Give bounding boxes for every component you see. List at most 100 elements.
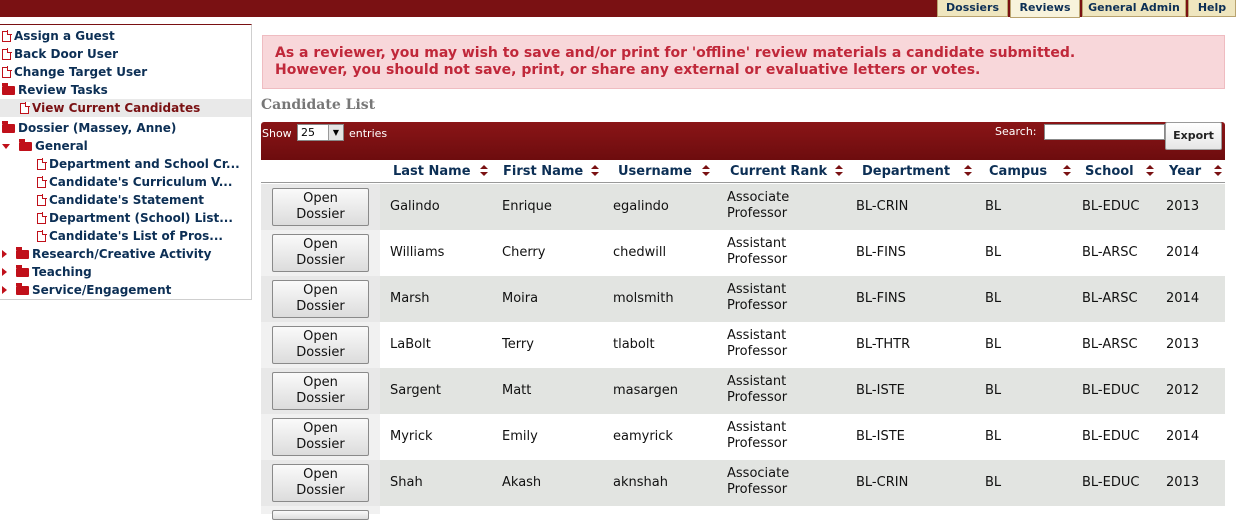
cell-school: BL-EDUC: [1082, 199, 1140, 214]
show-label: Show: [262, 127, 292, 140]
column-header-username[interactable]: Username: [618, 164, 692, 179]
rank-line-2: Professor: [727, 344, 788, 359]
tab-help[interactable]: Help: [1188, 0, 1236, 17]
cell-campus: BL: [985, 199, 1002, 214]
top-nav-tabs: Dossiers Reviews General Admin Help: [935, 0, 1236, 18]
open-dossier-button[interactable]: Open Dossier: [272, 418, 369, 456]
sidebar-item-label: Candidate's List of Pros...: [49, 229, 223, 243]
sidebar-item-candidate-statement[interactable]: Candidate's Statement: [37, 191, 204, 209]
column-header-year[interactable]: Year: [1169, 164, 1201, 179]
tab-reviews[interactable]: Reviews: [1010, 0, 1080, 18]
sidebar-item-department-school-criteria[interactable]: Department and School Cr...: [37, 155, 240, 173]
cell-year: 2013: [1166, 475, 1200, 490]
rank-line-2: Professor: [727, 206, 788, 221]
tab-dossiers[interactable]: Dossiers: [937, 0, 1008, 17]
top-bar: Dossiers Reviews General Admin Help: [0, 0, 1236, 18]
open-dossier-button[interactable]: Open Dossier: [272, 464, 369, 502]
document-icon: [37, 229, 47, 242]
cell-first-name: Cherry: [502, 245, 546, 260]
open-dossier-button[interactable]: Open Dossier: [272, 326, 369, 364]
rank-line-2: Professor: [727, 298, 788, 313]
open-dossier-button[interactable]: Open Dossier: [272, 188, 369, 226]
sidebar-item-review-tasks[interactable]: Review Tasks: [2, 81, 108, 99]
open-dossier-label-1: Open: [303, 191, 338, 206]
table-row: Open Dossier Sargent Matt masargen Assis…: [261, 368, 1225, 414]
search-input[interactable]: [1044, 124, 1165, 140]
document-icon: [20, 101, 30, 114]
sidebar-item-view-current-candidates[interactable]: View Current Candidates: [0, 99, 251, 117]
open-dossier-label-1: Open: [303, 283, 338, 298]
folder-open-icon: [2, 82, 15, 95]
cell-campus: BL: [985, 475, 1002, 490]
entries-per-page-select[interactable]: 25 ▼: [297, 124, 344, 141]
cell-campus: BL: [985, 383, 1002, 398]
open-dossier-label-2: Dossier: [296, 207, 345, 222]
document-icon: [2, 47, 12, 60]
column-header-current-rank[interactable]: Current Rank: [730, 164, 827, 179]
rank-line-1: Associate: [727, 190, 790, 205]
sidebar-item-label: Dossier (Massey, Anne): [18, 121, 177, 135]
sidebar-item-label: Service/Engagement: [32, 283, 172, 297]
expand-arrow-icon[interactable]: [2, 250, 7, 258]
sort-icon[interactable]: [1214, 165, 1222, 177]
cell-school: BL-ARSC: [1082, 291, 1138, 306]
cell-last-name: Marsh: [390, 291, 430, 306]
sort-icon[interactable]: [591, 165, 599, 177]
sidebar-item-change-target-user[interactable]: Change Target User: [2, 63, 147, 81]
column-header-last-name[interactable]: Last Name: [393, 164, 471, 179]
cell-current-rank: Assistant Professor: [727, 236, 837, 268]
rank-line-2: Professor: [727, 482, 788, 497]
sidebar-item-research-creative[interactable]: Research/Creative Activity: [2, 245, 211, 263]
tab-general-admin[interactable]: General Admin: [1082, 0, 1186, 17]
cell-current-rank: Associate Professor: [727, 190, 837, 222]
sidebar-item-back-door-user[interactable]: Back Door User: [2, 45, 118, 63]
export-button[interactable]: Export: [1165, 122, 1222, 150]
row-action-cell: Open Dossier: [261, 414, 380, 460]
cell-school: BL-EDUC: [1082, 429, 1140, 444]
sidebar-item-list-of-prospective[interactable]: Candidate's List of Pros...: [37, 227, 223, 245]
rank-line-2: Professor: [727, 436, 788, 451]
sort-icon[interactable]: [1146, 165, 1154, 177]
sidebar-item-assign-guest[interactable]: Assign a Guest: [2, 27, 115, 45]
sidebar-item-service-engagement[interactable]: Service/Engagement: [2, 281, 171, 299]
column-header-first-name[interactable]: First Name: [503, 164, 583, 179]
reviewer-warning-alert: As a reviewer, you may wish to save and/…: [262, 35, 1225, 89]
expand-arrow-icon[interactable]: [2, 143, 10, 149]
sort-icon[interactable]: [480, 165, 488, 177]
sidebar-item-department-list[interactable]: Department (School) List...: [37, 209, 233, 227]
sidebar-item-dossier[interactable]: Dossier (Massey, Anne): [2, 119, 176, 137]
table-row: Open Dossier LaBolt Terry tlabolt Assist…: [261, 322, 1225, 368]
table-row: Open Dossier Marsh Moira molsmith Assist…: [261, 276, 1225, 322]
cell-username: masargen: [613, 383, 678, 398]
open-dossier-button[interactable]: Open Dossier: [272, 234, 369, 272]
entries-label: entries: [349, 127, 388, 140]
chevron-down-icon[interactable]: ▼: [328, 125, 343, 140]
sort-icon[interactable]: [835, 165, 843, 177]
sidebar-item-label: Assign a Guest: [14, 29, 115, 43]
open-dossier-button[interactable]: [272, 510, 369, 520]
column-header-school[interactable]: School: [1085, 164, 1134, 179]
sort-icon[interactable]: [964, 165, 972, 177]
cell-school: BL-ARSC: [1082, 245, 1138, 260]
sort-icon[interactable]: [702, 165, 710, 177]
column-header-campus[interactable]: Campus: [989, 164, 1047, 179]
sort-icon[interactable]: [1063, 165, 1071, 177]
open-dossier-label-2: Dossier: [296, 345, 345, 360]
expand-arrow-icon[interactable]: [2, 268, 7, 276]
open-dossier-button[interactable]: Open Dossier: [272, 280, 369, 318]
folder-open-icon: [2, 120, 15, 133]
expand-arrow-icon[interactable]: [2, 286, 7, 294]
open-dossier-label-1: Open: [303, 237, 338, 252]
cell-department: BL-FINS: [856, 291, 906, 306]
sidebar-item-general[interactable]: General: [2, 137, 88, 155]
row-action-cell: Open Dossier: [261, 184, 380, 230]
open-dossier-button[interactable]: Open Dossier: [272, 372, 369, 410]
sidebar-item-curriculum-vitae[interactable]: Candidate's Curriculum V...: [37, 173, 232, 191]
sidebar-item-label: General: [35, 139, 88, 153]
cell-school: BL-EDUC: [1082, 383, 1140, 398]
table-row: Open Dossier Williams Cherry chedwill As…: [261, 230, 1225, 276]
sidebar-item-teaching[interactable]: Teaching: [2, 263, 92, 281]
entries-select-value: 25: [301, 126, 315, 139]
column-header-department[interactable]: Department: [862, 164, 950, 179]
cell-username: eamyrick: [613, 429, 673, 444]
